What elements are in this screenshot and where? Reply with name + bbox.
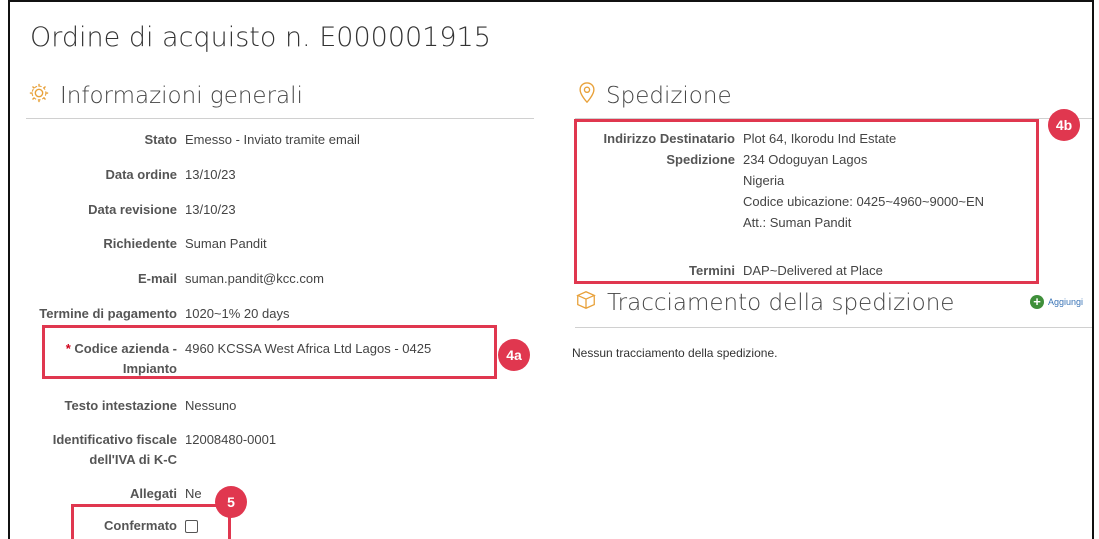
highlight-box-4a	[42, 325, 497, 379]
field-identificativo-fiscale: Identificativo fiscale dell'IVA di K-C 1…	[52, 432, 277, 467]
divider	[26, 118, 534, 119]
field-email: E-mail suman.pandit@kcc.com	[10, 269, 324, 289]
divider	[575, 327, 1092, 328]
field-data-revisione: Data revisione 13/10/23	[88, 202, 236, 217]
badge-5: 5	[215, 486, 247, 518]
purchase-order-panel: Ordine di acquisto n. E000001915 Informa…	[8, 0, 1094, 539]
add-tracking-button[interactable]: + Aggiungi	[1030, 295, 1083, 309]
field-allegati: Allegati Ne	[130, 486, 202, 501]
field-stato: Stato Emesso - Inviato tramite email	[144, 132, 360, 147]
badge-4b: 4b	[1048, 109, 1080, 141]
gear-icon	[28, 82, 50, 110]
box-icon	[575, 289, 597, 317]
field-richiedente: Richiedente Suman Pandit	[103, 236, 267, 251]
field-testo-intestazione: Testo intestazione Nessuno	[64, 398, 237, 413]
location-pin-icon	[578, 82, 596, 110]
page-title: Ordine di acquisto n. E000001915	[30, 22, 491, 53]
highlight-box-4b	[574, 119, 1039, 284]
plus-icon: +	[1030, 295, 1044, 309]
field-termine-pagamento: Termine di pagamento 1020~1% 20 days	[39, 306, 290, 321]
badge-4a: 4a	[498, 339, 530, 371]
highlight-box-5	[71, 504, 231, 539]
email-link[interactable]: suman.pandit@kcc.com	[185, 269, 324, 289]
field-data-ordine: Data ordine 13/10/23	[105, 167, 236, 182]
general-info-title: Informazioni generali	[60, 83, 303, 109]
general-info-header: Informazioni generali	[28, 82, 303, 110]
shipping-title: Spedizione	[606, 83, 732, 109]
shipping-header: Spedizione	[578, 82, 732, 110]
tracking-header: Tracciamento della spedizione	[575, 289, 954, 317]
no-tracking-text: Nessun tracciamento della spedizione.	[572, 346, 778, 360]
tracking-title: Tracciamento della spedizione	[607, 290, 955, 316]
